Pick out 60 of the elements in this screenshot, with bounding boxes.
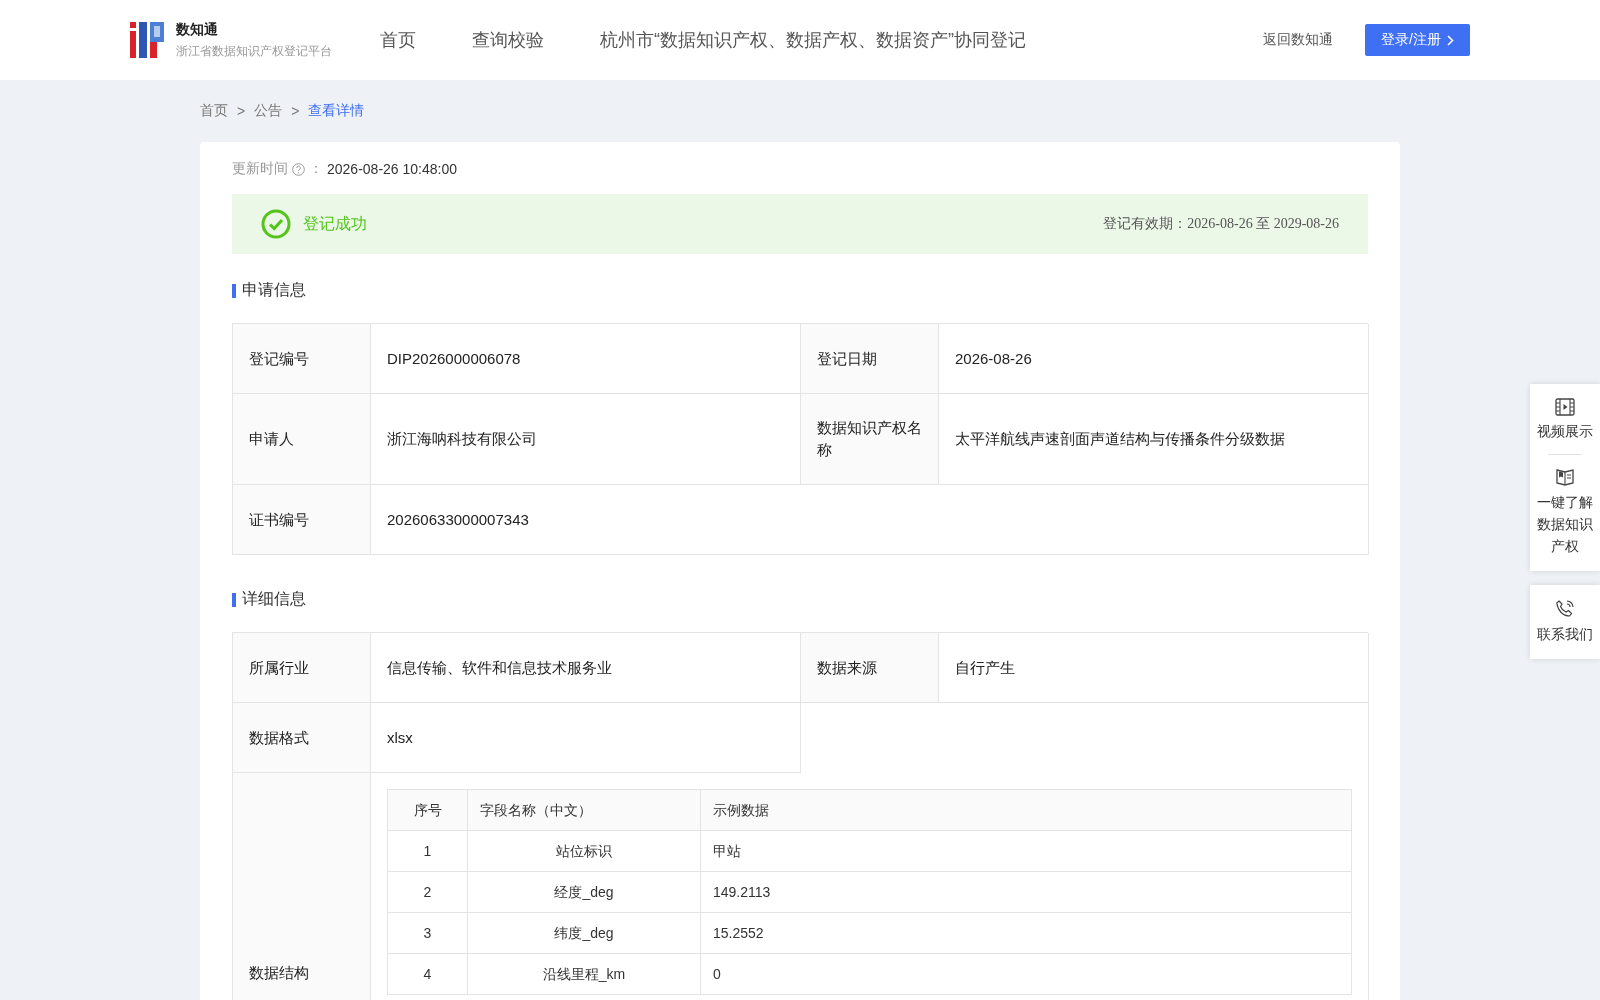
- check-circle-icon: [261, 209, 291, 239]
- table-cell: 149.2113: [700, 871, 1352, 913]
- breadcrumb-separator: >: [291, 103, 300, 119]
- float-link[interactable]: 联系我们: [1537, 623, 1593, 645]
- field-value: 太平洋航线声速剖面声道结构与传播条件分级数据: [939, 394, 1369, 485]
- table-cell: 4: [387, 953, 468, 995]
- nav-link[interactable]: 杭州市“数据知识产权、数据产权、数据资产”协同登记: [600, 28, 1026, 52]
- phone-icon: [1555, 599, 1575, 619]
- login-button[interactable]: 登录/注册: [1365, 24, 1470, 56]
- nav-link[interactable]: 首页: [380, 28, 416, 52]
- breadcrumb-separator: >: [237, 103, 246, 119]
- column-header: 字段名称（中文）: [467, 789, 701, 831]
- table-cell: 经度_deg: [467, 871, 701, 913]
- breadcrumb-link[interactable]: 首页: [200, 102, 228, 120]
- section-title: 详细信息: [242, 589, 306, 609]
- field-label: 证书编号: [233, 485, 371, 555]
- field-label: 数据结构: [233, 773, 371, 1000]
- field-label: 数据来源: [801, 633, 939, 703]
- table-cell: 纬度_deg: [467, 912, 701, 954]
- table-cell: 0: [700, 953, 1352, 995]
- logo-icon: [130, 22, 166, 58]
- section-marker: [232, 592, 236, 607]
- status-text: 登记成功: [303, 213, 368, 234]
- field-label: 登记编号: [233, 324, 371, 394]
- nav-link[interactable]: 查询校验: [472, 28, 544, 52]
- help-icon[interactable]: [292, 162, 305, 176]
- table-cell: 15.2552: [700, 912, 1352, 954]
- validity-period: 登记有效期：2026-08-26 至 2029-08-26: [1103, 215, 1339, 233]
- table-cell: 甲站: [700, 830, 1352, 872]
- film-icon: [1555, 398, 1575, 416]
- field-label: 申请人: [233, 394, 371, 485]
- field-value: xlsx: [371, 703, 801, 773]
- field-label: 所属行业: [233, 633, 371, 703]
- current-page[interactable]: 查看详情: [308, 102, 365, 120]
- back-link[interactable]: 返回数知通: [1263, 31, 1334, 49]
- field-value: 2026-08-26: [939, 324, 1369, 394]
- section-marker: [232, 283, 236, 298]
- logo-subtitle: 浙江省数据知识产权登记平台: [176, 42, 332, 60]
- chevron-icon: [1447, 34, 1454, 46]
- update-label: 更新时间: [232, 160, 288, 178]
- column-header: 序号: [387, 789, 468, 831]
- table-cell: 沿线里程_km: [467, 953, 701, 995]
- table-cell: 1: [387, 830, 468, 872]
- field-value: 20260633000007343: [371, 485, 1369, 555]
- section-title: 申请信息: [242, 280, 306, 300]
- colon: ：: [309, 160, 323, 178]
- field-label: 数据格式: [233, 703, 371, 773]
- float-link[interactable]: 视频展示: [1537, 420, 1593, 442]
- table-cell: 站位标识: [467, 830, 701, 872]
- field-label: 数据知识产权名称: [801, 394, 939, 485]
- logo-title: 数知通: [176, 20, 219, 39]
- book-icon: [1555, 467, 1575, 487]
- float-link[interactable]: 一键了解数据知识产权: [1537, 491, 1593, 557]
- update-time: 2026-08-26 10:48:00: [327, 161, 457, 177]
- breadcrumb-link[interactable]: 公告: [254, 102, 283, 120]
- table-cell: 3: [387, 912, 468, 954]
- field-label: 登记日期: [801, 324, 939, 394]
- field-value: 自行产生: [939, 633, 1369, 703]
- column-header: 示例数据: [700, 789, 1352, 831]
- table-cell: 2: [387, 871, 468, 913]
